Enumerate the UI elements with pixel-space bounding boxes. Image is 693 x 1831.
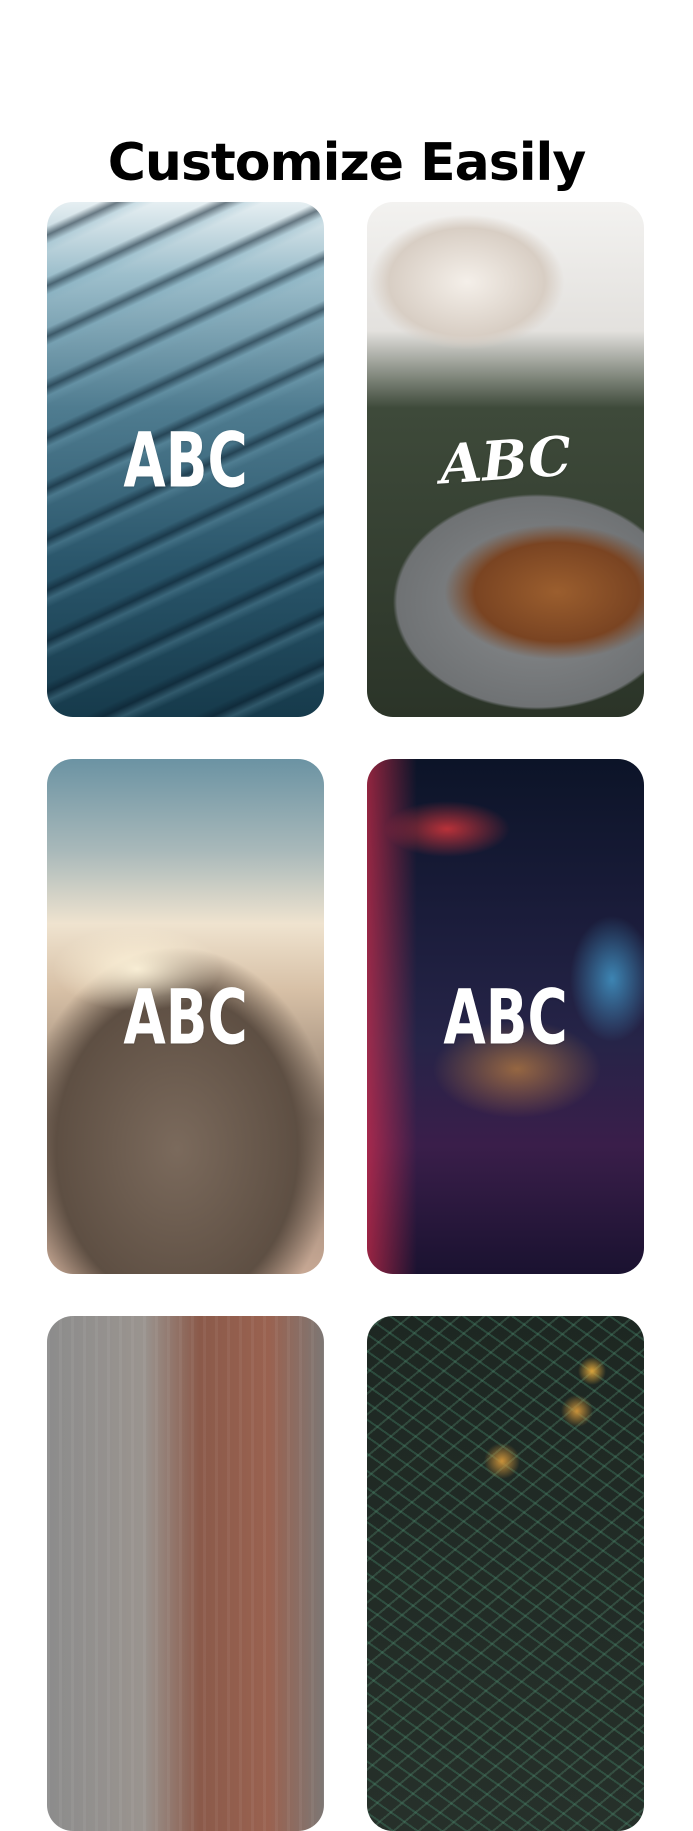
page-title: Customize Easily <box>107 133 586 193</box>
card-sample-text: ABC <box>443 972 568 1061</box>
template-card-cliff[interactable]: ABC <box>47 759 324 1274</box>
card-sample-text: ABC <box>437 422 574 497</box>
card-sample-text: ABC <box>123 972 248 1061</box>
template-card-sand[interactable]: ABC <box>47 202 324 717</box>
template-card-neon-city[interactable]: ABC <box>367 759 644 1274</box>
card-sample-text: ABC <box>123 415 248 504</box>
template-card-coffee[interactable]: ABC <box>367 202 644 717</box>
template-card-rainy-window[interactable] <box>47 1316 324 1831</box>
template-card-pine[interactable] <box>367 1316 644 1831</box>
